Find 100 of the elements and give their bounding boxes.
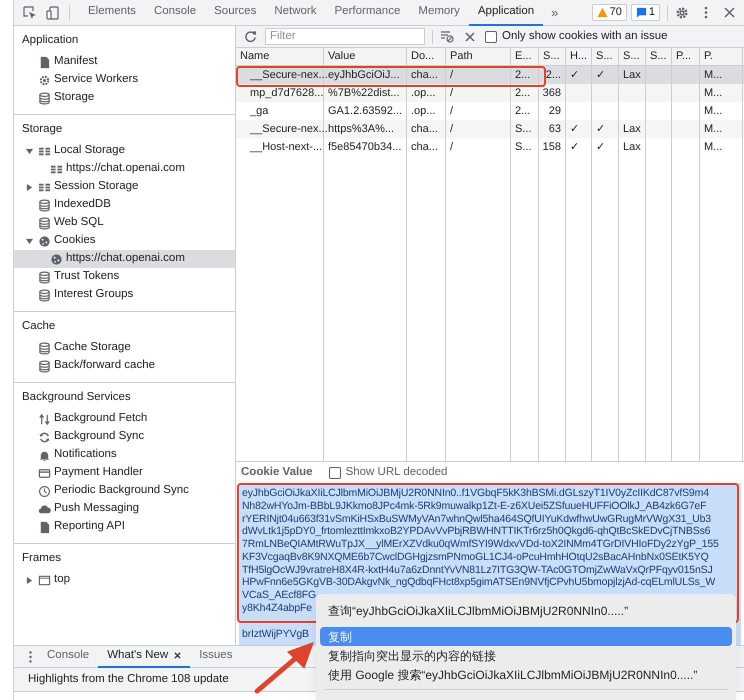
table-cell-text: M... (704, 122, 722, 137)
column-header[interactable]: H... (566, 48, 592, 65)
column-header[interactable]: Path (446, 48, 511, 65)
device-icon[interactable] (46, 6, 60, 20)
sidebar-item[interactable]: Periodic Background Sync (14, 482, 235, 500)
close-icon[interactable] (174, 652, 182, 659)
warnings-badge[interactable]: 70 (592, 4, 627, 21)
clear-filter-icon[interactable] (440, 30, 454, 43)
table-cell-text: / (450, 104, 454, 119)
column-header[interactable]: Do... (407, 48, 446, 65)
message-icon (636, 7, 647, 18)
panel-tab[interactable]: Network (265, 0, 326, 26)
sidebar-item[interactable]: Interest Groups (14, 286, 235, 304)
sidebar-item[interactable]: Web SQL (14, 214, 235, 232)
sidebar-item[interactable]: Service Workers (14, 71, 235, 89)
table-cell-text: M... (704, 104, 722, 119)
close-icon[interactable] (724, 7, 735, 18)
table-cell-text: __Host-next-... (250, 140, 322, 155)
cookie-icon (50, 252, 63, 266)
sidebar-item[interactable]: top (14, 571, 235, 589)
sidebar-item[interactable]: Cache Storage (14, 339, 235, 357)
table-cell-text: eyJhbGciOiJ... (328, 68, 400, 83)
sidebar-item[interactable]: Trust Tokens (14, 268, 235, 286)
sidebar-item[interactable]: https://chat.openai.com (14, 250, 235, 268)
table-row[interactable]: mp_d7d7628... %7B%22dist... .op... / 2... 368 M... (236, 84, 744, 102)
panel-tab[interactable]: Elements (79, 0, 145, 26)
sidebar-item[interactable]: Background Sync (14, 428, 235, 446)
sidebar-item[interactable]: Storage (14, 89, 235, 107)
table-cell-text: GA1.2.63592... (328, 104, 402, 119)
menu-item[interactable]: 查询“eyJhbGciOiJkaXIiLCJlbmMiOiJBMjU2R0NNIn0.....” (320, 598, 732, 624)
column-header[interactable]: Value (324, 48, 407, 65)
column-header[interactable]: S... (646, 48, 672, 65)
section-title: Application (22, 33, 78, 48)
table-cell-text: ✓ (570, 122, 579, 137)
more-options-icon[interactable] (29, 650, 32, 662)
sidebar-item[interactable]: Push Messaging (14, 500, 235, 518)
table-cell-text: ✓ (596, 68, 605, 83)
column-header[interactable]: S... (539, 48, 566, 65)
panel-tab[interactable]: Console (144, 0, 206, 26)
clear-icon[interactable] (465, 32, 475, 42)
expand-arrow-icon[interactable] (26, 576, 33, 584)
column-header[interactable]: S... (592, 48, 619, 65)
value-text-line: TfH5lgOcWJ9vratreH8X4R-kxtH4u7a6zDnntYvVN81Lz7ITG3QW-TAc0GTOmjZwWaVxQrPFqyv015nSJ (242, 564, 713, 576)
expand-arrow-icon[interactable] (26, 184, 33, 190)
sidebar-item[interactable]: Payment Handler (14, 464, 235, 482)
sidebar-item[interactable]: Manifest (14, 53, 235, 71)
menu-item[interactable]: 使用 Google 搜索“eyJhbGciOiJkaXIiLCJlbmMiOiJBMjU2R0NNIn0.....” (320, 665, 732, 684)
table-row[interactable]: __Secure-nex...https%3A%... cha... / S... 63 ✓ ✓ Lax M... (236, 120, 744, 138)
sidebar-item[interactable]: Session Storage (14, 178, 235, 196)
table-cell-text: / (450, 86, 454, 101)
more-options-icon[interactable] (704, 6, 708, 19)
panel-tab[interactable]: Performance (326, 0, 410, 26)
value-text-line: dWvLtk1j5pDY0_frtomlezttImkxoB2YPDAvVvPbjRBWHNTTIKTr6rz5h0Qkgd6-qhQtBcSkEDvCjTNBSs6 (242, 525, 710, 538)
database-icon (38, 198, 51, 212)
sidebar-item[interactable]: Cookies (14, 232, 235, 250)
drawer-tab[interactable]: Console (38, 646, 98, 668)
table-cell-text: 2... (515, 68, 530, 83)
cookie-icon (38, 234, 51, 248)
filter-field[interactable]: Filter (265, 28, 425, 45)
panel-tab[interactable]: Memory (409, 0, 469, 26)
sidebar-item[interactable]: Background Fetch (14, 410, 235, 428)
value-text-line: brIztWijPYVgB (242, 628, 309, 640)
column-header[interactable]: Name (236, 48, 324, 65)
sidebar-item[interactable]: Reporting API (14, 518, 235, 536)
clock-icon (38, 484, 51, 498)
settings-icon[interactable] (675, 6, 689, 20)
messages-badge[interactable]: 1 (630, 4, 660, 21)
menu-item[interactable]: 复制指向突出显示的内容的链接 (320, 646, 732, 665)
column-header[interactable]: P... (672, 48, 700, 65)
column-header[interactable]: E... (511, 48, 539, 65)
table-cell-text: 368 (542, 86, 561, 101)
sidebar-item[interactable]: Local Storage (14, 142, 235, 160)
table-row[interactable]: __Secure-nex...eyJhbGciOiJ... cha... / 2... 2... ✓ ✓ Lax M... (236, 66, 744, 84)
update-message: Highlights from the Chrome 108 update (28, 672, 229, 687)
sidebar-item[interactable]: Back/forward cache (14, 357, 235, 375)
more-tabs-button[interactable]: » (543, 2, 566, 22)
panel-tab[interactable]: Sources (205, 0, 266, 26)
refresh-icon[interactable] (244, 30, 257, 43)
checkbox-label: Only show cookies with an issue (502, 28, 668, 44)
inspect-icon[interactable] (23, 6, 37, 20)
table-cell-text: ✓ (596, 122, 605, 137)
checkbox[interactable] (485, 30, 497, 42)
column-header[interactable]: S... (619, 48, 646, 65)
sidebar-item[interactable]: IndexedDB (14, 196, 235, 214)
drawer-tab[interactable]: Issues (190, 646, 242, 668)
table-cell-text: M... (704, 140, 722, 155)
frame-icon (38, 574, 51, 586)
warning-icon (596, 7, 608, 18)
column-header[interactable]: P. (700, 48, 743, 65)
table-cell-text: 158 (542, 140, 561, 155)
checkbox[interactable] (328, 466, 341, 478)
sidebar-item[interactable]: https://chat.openai.com (14, 160, 235, 178)
table-cell-text: M... (704, 86, 722, 101)
collapse-arrow-icon[interactable] (26, 148, 33, 154)
sidebar-item[interactable]: Notifications (14, 446, 235, 464)
card-icon (38, 466, 51, 480)
collapse-arrow-icon[interactable] (26, 238, 33, 244)
section-title: Background Services (22, 390, 131, 406)
settings-icon (38, 74, 51, 86)
section-title: Storage (22, 122, 62, 138)
